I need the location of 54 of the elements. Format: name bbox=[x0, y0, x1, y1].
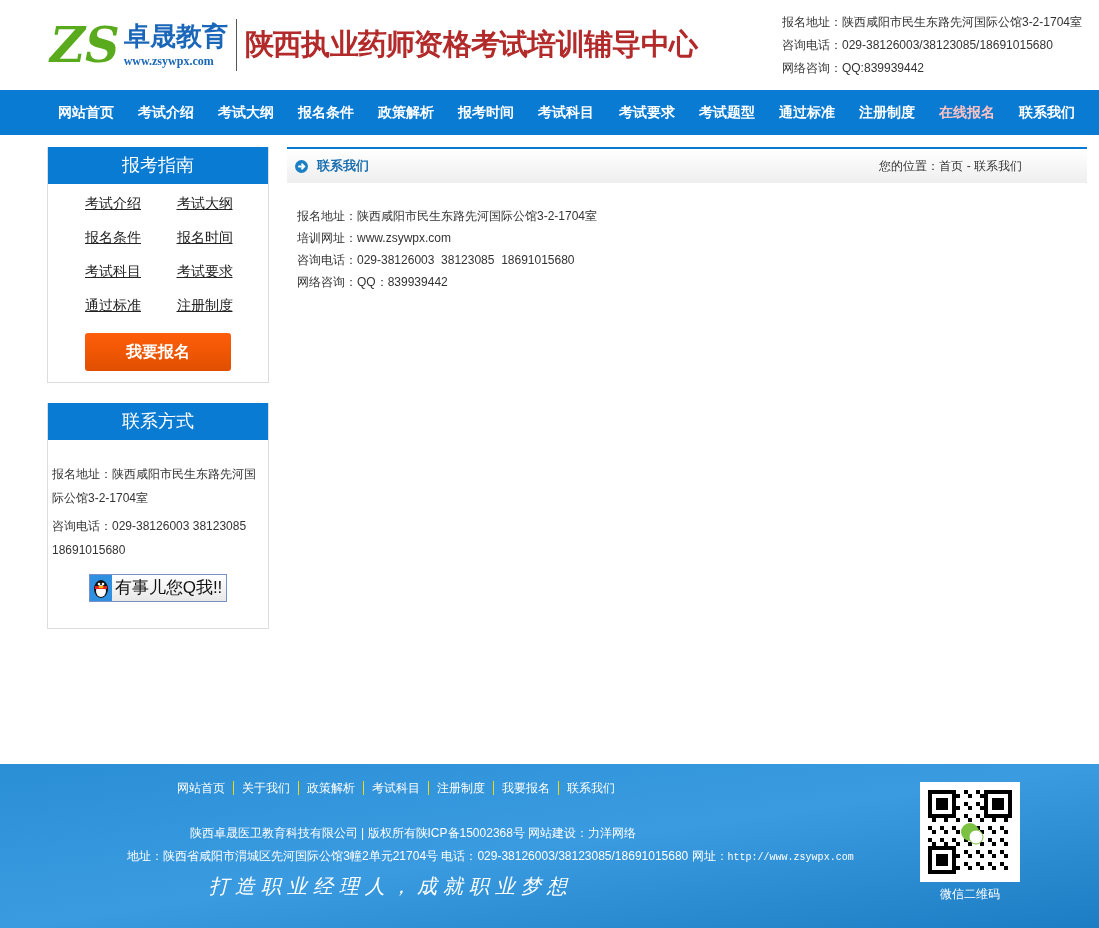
logo-mark: ZS bbox=[50, 21, 120, 69]
contact-text: 报名地址：陕西咸阳市民生东路先河国际公馆3-2-1704室 bbox=[52, 466, 257, 507]
footer-link[interactable]: 联系我们 bbox=[557, 781, 623, 795]
footer-link[interactable]: 网站首页 bbox=[168, 781, 233, 795]
header-contact-line: 网络咨询：QQ:839939442 bbox=[781, 60, 926, 77]
site-title: 陕西执业药师资格考试培训辅导中心 bbox=[244, 27, 698, 63]
website-link[interactable]: http://www.zsywpx.com bbox=[727, 850, 854, 865]
nav-link[interactable]: 注册制度 bbox=[858, 102, 915, 123]
content-text: 网络咨询：QQ：839939442 bbox=[297, 274, 449, 291]
guide-link[interactable]: 考试要求 bbox=[176, 261, 233, 282]
nav-link[interactable]: 联系我们 bbox=[1018, 102, 1075, 123]
nav-link[interactable]: 网站首页 bbox=[58, 102, 114, 123]
content-text: 培训网址：www.zsywpx.com bbox=[297, 230, 452, 247]
register-button[interactable]: 我要报名 bbox=[85, 333, 231, 371]
contact-title: 联系方式 bbox=[48, 403, 268, 440]
nav-link[interactable]: 考试题型 bbox=[698, 102, 755, 123]
header-contact-line: 咨询电话：029-38126003/38123085/18691015680 bbox=[781, 37, 1054, 54]
slogan: 打造职业经理人，成就职业梦想 bbox=[208, 873, 573, 900]
nav-link[interactable]: 政策解析 bbox=[378, 102, 435, 123]
header-contact-line: 报名地址：陕西咸阳市民生东路先河国际公馆3-2-1704室 bbox=[781, 14, 1082, 31]
nav-link[interactable]: 考试科目 bbox=[538, 102, 595, 123]
footer-link[interactable]: 政策解析 bbox=[297, 781, 363, 795]
guide-link[interactable]: 考试大纲 bbox=[176, 193, 233, 214]
footer-link[interactable]: 我要报名 bbox=[492, 781, 558, 795]
guide-link[interactable]: 考试科目 bbox=[85, 261, 141, 282]
address-info: 地址：陕西省咸阳市渭城区先河国际公馆3幢2单元21704号 电话：029-38126003/38123085/18691015680 网址： bbox=[127, 848, 728, 865]
qr-caption: 微信二维码 bbox=[940, 886, 1000, 903]
footer-link[interactable]: 考试科目 bbox=[362, 781, 428, 795]
content-text: 报名地址：陕西咸阳市民生东路先河国际公馆3-2-1704室 bbox=[297, 208, 599, 225]
content-title: 联系我们 bbox=[317, 157, 369, 176]
nav-link[interactable]: 报考时间 bbox=[458, 102, 515, 123]
nav-link[interactable]: 通过标准 bbox=[778, 102, 835, 123]
arrow-circle-icon bbox=[295, 159, 308, 173]
penguin-icon bbox=[89, 575, 112, 601]
guide-title: 报考指南 bbox=[48, 147, 268, 184]
qq-chat-button[interactable]: 有事儿您Q我!! bbox=[88, 574, 228, 602]
footer-link[interactable]: 注册制度 bbox=[427, 781, 493, 795]
nav-link[interactable]: 报名条件 bbox=[298, 102, 355, 123]
guide-link[interactable]: 通过标准 bbox=[85, 295, 141, 316]
nav-link[interactable]: 考试要求 bbox=[618, 102, 675, 123]
footer-link[interactable]: 关于我们 bbox=[232, 781, 298, 795]
nav-link[interactable]: 考试大纲 bbox=[218, 102, 275, 123]
guide-link[interactable]: 注册制度 bbox=[176, 295, 233, 316]
logo-url: www.zsywpx.com bbox=[123, 53, 215, 71]
logo-name: 卓晟教育 bbox=[123, 19, 228, 53]
guide-link[interactable]: 报名条件 bbox=[85, 227, 141, 248]
nav-link[interactable]: 考试介绍 bbox=[138, 102, 195, 123]
guide-link[interactable]: 报名时间 bbox=[176, 227, 233, 248]
company-info: 陕西卓晟医卫教育科技有限公司 | 版权所有陕ICP备15002368号 网站建设：力洋网络 bbox=[189, 825, 637, 842]
nav-link[interactable]: 在线报名 bbox=[938, 102, 995, 123]
breadcrumb: 您的位置：首页 - 联系我们 bbox=[879, 158, 1022, 175]
guide-link[interactable]: 考试介绍 bbox=[85, 193, 141, 214]
content-text: 咨询电话：029-38126003 38123085 18691015680 bbox=[297, 252, 576, 269]
contact-text: 咨询电话：029-38126003 38123085 18691015680 bbox=[52, 518, 248, 559]
